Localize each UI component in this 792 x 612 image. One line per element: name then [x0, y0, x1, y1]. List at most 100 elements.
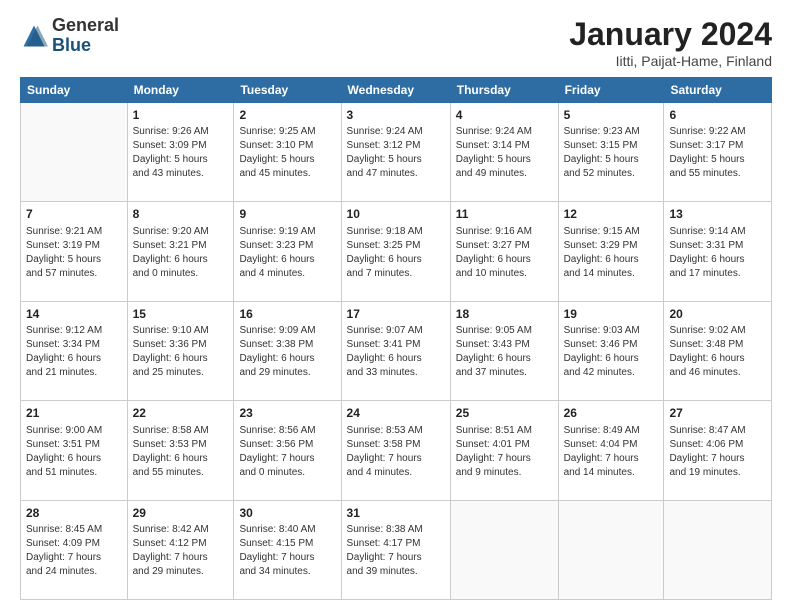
day-number: 3 — [347, 107, 445, 124]
day-number: 4 — [456, 107, 553, 124]
calendar-cell: 15Sunrise: 9:10 AM Sunset: 3:36 PM Dayli… — [127, 301, 234, 400]
day-info: Sunrise: 8:42 AM Sunset: 4:12 PM Dayligh… — [133, 523, 229, 579]
day-info: Sunrise: 9:02 AM Sunset: 3:48 PM Dayligh… — [669, 324, 766, 380]
day-info: Sunrise: 9:00 AM Sunset: 3:51 PM Dayligh… — [26, 424, 122, 480]
logo-text: General Blue — [52, 16, 119, 56]
day-info: Sunrise: 9:16 AM Sunset: 3:27 PM Dayligh… — [456, 225, 553, 281]
day-info: Sunrise: 8:45 AM Sunset: 4:09 PM Dayligh… — [26, 523, 122, 579]
calendar-cell: 31Sunrise: 8:38 AM Sunset: 4:17 PM Dayli… — [341, 500, 450, 599]
calendar-cell: 19Sunrise: 9:03 AM Sunset: 3:46 PM Dayli… — [558, 301, 664, 400]
logo-icon — [20, 22, 48, 50]
day-number: 19 — [564, 306, 659, 323]
day-info: Sunrise: 8:58 AM Sunset: 3:53 PM Dayligh… — [133, 424, 229, 480]
day-number: 14 — [26, 306, 122, 323]
day-info: Sunrise: 9:23 AM Sunset: 3:15 PM Dayligh… — [564, 125, 659, 181]
day-number: 21 — [26, 405, 122, 422]
day-info: Sunrise: 9:26 AM Sunset: 3:09 PM Dayligh… — [133, 125, 229, 181]
day-number: 17 — [347, 306, 445, 323]
calendar-cell — [558, 500, 664, 599]
calendar-cell: 20Sunrise: 9:02 AM Sunset: 3:48 PM Dayli… — [664, 301, 772, 400]
calendar-cell: 26Sunrise: 8:49 AM Sunset: 4:04 PM Dayli… — [558, 401, 664, 500]
day-number: 5 — [564, 107, 659, 124]
calendar-cell: 30Sunrise: 8:40 AM Sunset: 4:15 PM Dayli… — [234, 500, 341, 599]
calendar-subtitle: Iitti, Paijat-Hame, Finland — [569, 53, 772, 69]
day-number: 13 — [669, 206, 766, 223]
day-info: Sunrise: 9:14 AM Sunset: 3:31 PM Dayligh… — [669, 225, 766, 281]
day-info: Sunrise: 9:24 AM Sunset: 3:14 PM Dayligh… — [456, 125, 553, 181]
calendar-week-row: 28Sunrise: 8:45 AM Sunset: 4:09 PM Dayli… — [21, 500, 772, 599]
weekday-header-friday: Friday — [558, 78, 664, 103]
title-block: January 2024 Iitti, Paijat-Hame, Finland — [569, 16, 772, 69]
day-number: 16 — [239, 306, 335, 323]
calendar-cell: 7Sunrise: 9:21 AM Sunset: 3:19 PM Daylig… — [21, 202, 128, 301]
calendar-week-row: 14Sunrise: 9:12 AM Sunset: 3:34 PM Dayli… — [21, 301, 772, 400]
calendar-week-row: 7Sunrise: 9:21 AM Sunset: 3:19 PM Daylig… — [21, 202, 772, 301]
day-number: 8 — [133, 206, 229, 223]
weekday-header-thursday: Thursday — [450, 78, 558, 103]
calendar-cell: 12Sunrise: 9:15 AM Sunset: 3:29 PM Dayli… — [558, 202, 664, 301]
day-info: Sunrise: 9:24 AM Sunset: 3:12 PM Dayligh… — [347, 125, 445, 181]
day-number: 10 — [347, 206, 445, 223]
day-number: 30 — [239, 505, 335, 522]
calendar-cell: 25 Sunrise: 8:51 AM Sunset: 4:01 PM Dayli… — [450, 401, 558, 500]
calendar-cell: 9 Sunrise: 9:19 AM Sunset: 3:23 PM Daylig… — [234, 202, 341, 301]
day-number: 29 — [133, 505, 229, 522]
day-info: Sunrise: 9:20 AM Sunset: 3:21 PM Dayligh… — [133, 225, 229, 281]
day-info: Sunrise: 9:18 AM Sunset: 3:25 PM Dayligh… — [347, 225, 445, 281]
calendar-cell: 8 Sunrise: 9:20 AM Sunset: 3:21 PM Daylig… — [127, 202, 234, 301]
day-number: 9 — [239, 206, 335, 223]
day-number: 25 — [456, 405, 553, 422]
calendar-week-row: 21 Sunrise: 9:00 AM Sunset: 3:51 PM Dayli… — [21, 401, 772, 500]
day-info: Sunrise: 8:49 AM Sunset: 4:04 PM Dayligh… — [564, 424, 659, 480]
calendar-cell: 23Sunrise: 8:56 AM Sunset: 3:56 PM Dayli… — [234, 401, 341, 500]
calendar-cell — [21, 103, 128, 202]
calendar-title: January 2024 — [569, 16, 772, 53]
calendar-cell: 18Sunrise: 9:05 AM Sunset: 3:43 PM Dayli… — [450, 301, 558, 400]
day-number: 24 — [347, 405, 445, 422]
day-info: Sunrise: 8:56 AM Sunset: 3:56 PM Dayligh… — [239, 424, 335, 480]
day-info: Sunrise: 9:22 AM Sunset: 3:17 PM Dayligh… — [669, 125, 766, 181]
calendar-cell: 28Sunrise: 8:45 AM Sunset: 4:09 PM Dayli… — [21, 500, 128, 599]
weekday-header-monday: Monday — [127, 78, 234, 103]
day-info: Sunrise: 9:07 AM Sunset: 3:41 PM Dayligh… — [347, 324, 445, 380]
day-number: 22 — [133, 405, 229, 422]
calendar-cell — [450, 500, 558, 599]
day-number: 2 — [239, 107, 335, 124]
calendar-week-row: 1Sunrise: 9:26 AM Sunset: 3:09 PM Daylig… — [21, 103, 772, 202]
day-info: Sunrise: 8:38 AM Sunset: 4:17 PM Dayligh… — [347, 523, 445, 579]
day-number: 15 — [133, 306, 229, 323]
calendar-cell: 5Sunrise: 9:23 AM Sunset: 3:15 PM Daylig… — [558, 103, 664, 202]
day-number: 12 — [564, 206, 659, 223]
calendar-cell — [664, 500, 772, 599]
day-number: 31 — [347, 505, 445, 522]
day-number: 20 — [669, 306, 766, 323]
day-info: Sunrise: 8:53 AM Sunset: 3:58 PM Dayligh… — [347, 424, 445, 480]
day-number: 7 — [26, 206, 122, 223]
weekday-header-wednesday: Wednesday — [341, 78, 450, 103]
day-info: Sunrise: 8:40 AM Sunset: 4:15 PM Dayligh… — [239, 523, 335, 579]
day-info: Sunrise: 9:12 AM Sunset: 3:34 PM Dayligh… — [26, 324, 122, 380]
calendar-cell: 24 Sunrise: 8:53 AM Sunset: 3:58 PM Dayli… — [341, 401, 450, 500]
calendar-cell: 2Sunrise: 9:25 AM Sunset: 3:10 PM Daylig… — [234, 103, 341, 202]
day-number: 1 — [133, 107, 229, 124]
day-info: Sunrise: 9:25 AM Sunset: 3:10 PM Dayligh… — [239, 125, 335, 181]
calendar-cell: 6Sunrise: 9:22 AM Sunset: 3:17 PM Daylig… — [664, 103, 772, 202]
weekday-header-tuesday: Tuesday — [234, 78, 341, 103]
calendar-cell: 4Sunrise: 9:24 AM Sunset: 3:14 PM Daylig… — [450, 103, 558, 202]
day-info: Sunrise: 9:19 AM Sunset: 3:23 PM Dayligh… — [239, 225, 335, 281]
day-number: 11 — [456, 206, 553, 223]
day-info: Sunrise: 8:51 AM Sunset: 4:01 PM Dayligh… — [456, 424, 553, 480]
calendar-cell: 21 Sunrise: 9:00 AM Sunset: 3:51 PM Dayli… — [21, 401, 128, 500]
calendar-table: SundayMondayTuesdayWednesdayThursdayFrid… — [20, 77, 772, 600]
day-info: Sunrise: 8:47 AM Sunset: 4:06 PM Dayligh… — [669, 424, 766, 480]
weekday-header-sunday: Sunday — [21, 78, 128, 103]
logo-blue-text: Blue — [52, 36, 119, 56]
day-info: Sunrise: 9:03 AM Sunset: 3:46 PM Dayligh… — [564, 324, 659, 380]
day-number: 27 — [669, 405, 766, 422]
page: General Blue January 2024 Iitti, Paijat-… — [0, 0, 792, 612]
calendar-cell: 17Sunrise: 9:07 AM Sunset: 3:41 PM Dayli… — [341, 301, 450, 400]
day-info: Sunrise: 9:05 AM Sunset: 3:43 PM Dayligh… — [456, 324, 553, 380]
calendar-cell: 11 Sunrise: 9:16 AM Sunset: 3:27 PM Dayli… — [450, 202, 558, 301]
calendar-cell: 16Sunrise: 9:09 AM Sunset: 3:38 PM Dayli… — [234, 301, 341, 400]
day-number: 18 — [456, 306, 553, 323]
